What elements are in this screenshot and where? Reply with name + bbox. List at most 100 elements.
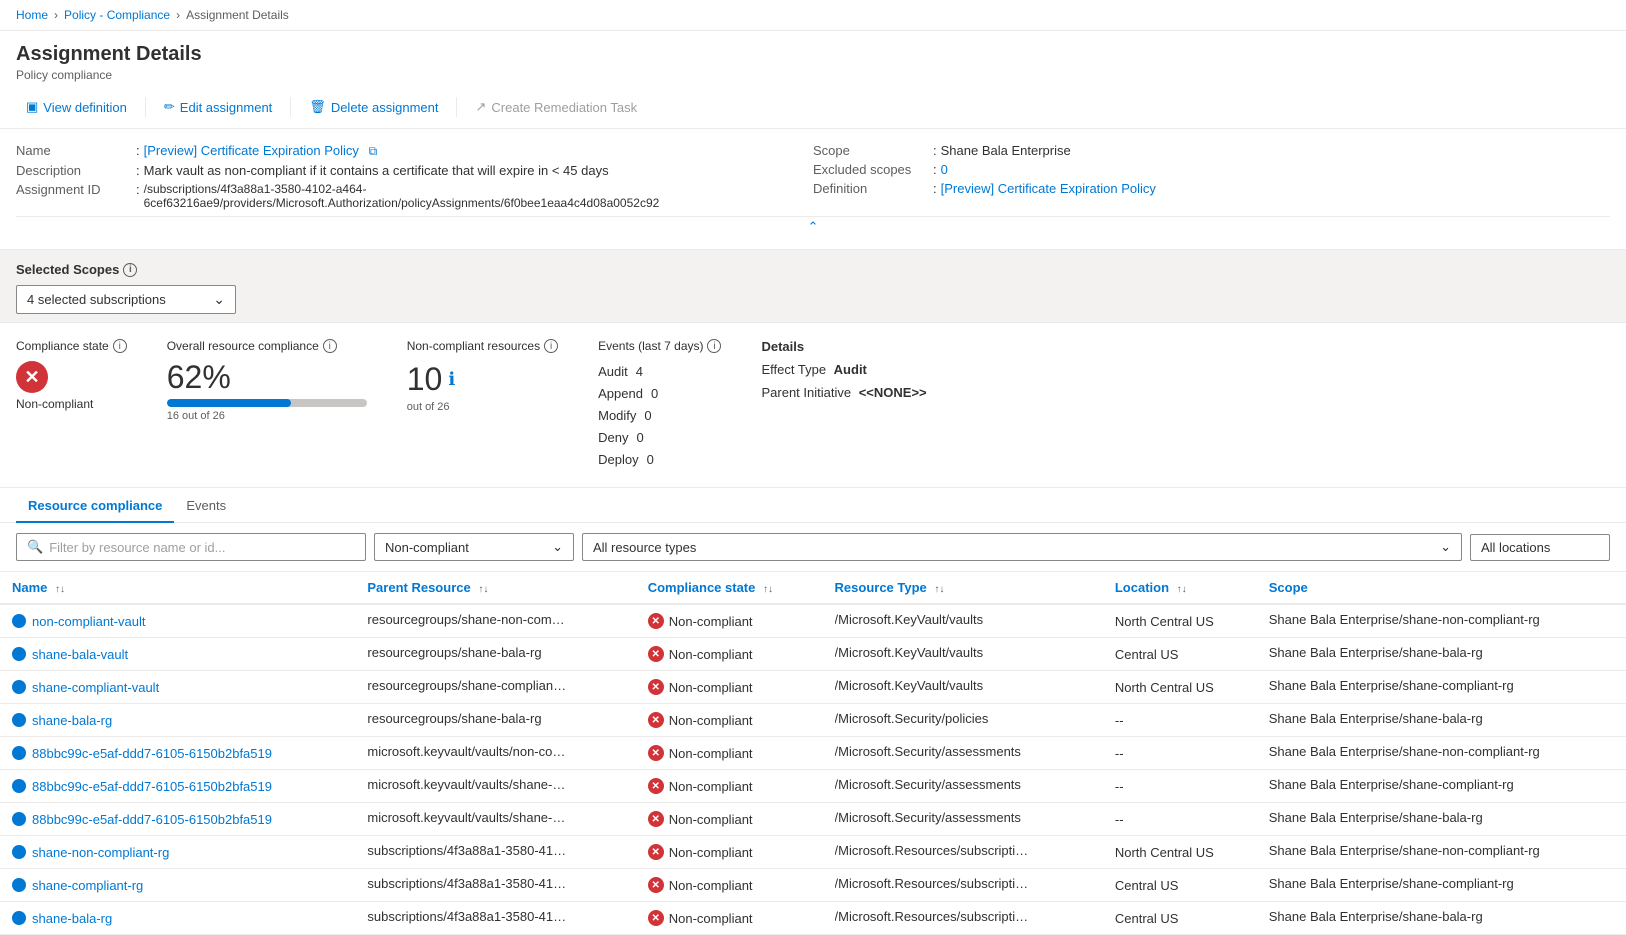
table-row: shane-bala-rg subscriptions/4f3a88a1-358… <box>0 902 1626 935</box>
sort-location-icon <box>1177 584 1187 595</box>
scopes-dropdown[interactable]: 4 selected subscriptions <box>16 285 236 314</box>
events-modify-row: Modify0 <box>598 405 721 427</box>
resource-link-6[interactable]: 88bbc99c-e5af-ddd7-6105-6150b2bfa519 <box>12 812 343 827</box>
location-filter-value: All locations <box>1481 540 1550 555</box>
cell-location-4: -- <box>1103 737 1257 770</box>
tab-events[interactable]: Events <box>174 488 238 523</box>
sort-compliance-state-icon <box>763 584 773 595</box>
detail-description-value: Mark vault as non-compliant if it contai… <box>144 163 609 178</box>
cell-name-8: shane-compliant-rg <box>0 869 355 902</box>
effect-type-label: Effect Type <box>761 362 826 377</box>
overall-compliance-block: Overall resource compliance i 62% 16 out… <box>167 339 367 471</box>
detail-assignment-id-value: /subscriptions/4f3a88a1-3580-4102-a464-6… <box>144 182 813 210</box>
events-audit-row: Audit4 <box>598 361 721 383</box>
cell-scope-7: Shane Bala Enterprise/shane-non-complian… <box>1257 836 1626 869</box>
th-compliance-state[interactable]: Compliance state <box>636 572 823 604</box>
resource-table: Name Parent Resource Compliance state Re… <box>0 572 1626 935</box>
cell-name-2: shane-compliant-vault <box>0 671 355 704</box>
page-subtitle: Policy compliance <box>16 68 1610 82</box>
resource-link-3[interactable]: shane-bala-rg <box>12 713 343 728</box>
view-definition-label: View definition <box>43 100 127 115</box>
cell-scope-2: Shane Bala Enterprise/shane-compliant-rg <box>1257 671 1626 704</box>
search-icon: 🔍 <box>27 539 43 555</box>
non-compliant-count-value: 10 <box>407 361 443 398</box>
detail-definition-value[interactable]: [Preview] Certificate Expiration Policy <box>941 181 1156 196</box>
resource-link-9[interactable]: shane-bala-rg <box>12 911 343 926</box>
effect-type-value: Audit <box>834 362 867 377</box>
tab-resource-compliance[interactable]: Resource compliance <box>16 488 174 523</box>
resource-link-8[interactable]: shane-compliant-rg <box>12 878 343 893</box>
copy-name-icon[interactable]: ⧉ <box>369 144 378 158</box>
cell-scope-5: Shane Bala Enterprise/shane-compliant-rg <box>1257 770 1626 803</box>
cell-compliance-0: ✕ Non-compliant <box>636 604 823 638</box>
detail-name-row: Name : [Preview] Certificate Expiration … <box>16 141 813 161</box>
overall-compliance-title: Overall resource compliance i <box>167 339 367 353</box>
cell-parent-5: microsoft.keyvault/vaults/shane-complian… <box>355 770 635 803</box>
status-x-icon-5: ✕ <box>648 778 664 794</box>
resource-link-7[interactable]: shane-non-compliant-rg <box>12 845 343 860</box>
delete-assignment-label: Delete assignment <box>331 100 439 115</box>
th-scope[interactable]: Scope <box>1257 572 1626 604</box>
scopes-info-icon[interactable]: i <box>123 263 137 277</box>
th-name[interactable]: Name <box>0 572 355 604</box>
events-info-icon[interactable]: i <box>707 339 721 353</box>
cell-scope-1: Shane Bala Enterprise/shane-bala-rg <box>1257 638 1626 671</box>
resource-link-1[interactable]: shane-bala-vault <box>12 647 343 662</box>
collapse-details-button[interactable]: ⌃ <box>16 216 1610 237</box>
resource-type-filter[interactable]: All resource types ⌄ <box>582 533 1462 561</box>
detail-name-link[interactable]: [Preview] Certificate Expiration Policy <box>144 143 359 158</box>
resource-link-2[interactable]: shane-compliant-vault <box>12 680 343 695</box>
resource-link-5[interactable]: 88bbc99c-e5af-ddd7-6105-6150b2bfa519 <box>12 779 343 794</box>
edit-assignment-button[interactable]: ✏ Edit assignment <box>154 94 282 120</box>
view-definition-button[interactable]: ▣ View definition <box>16 94 137 120</box>
compliance-state-filter[interactable]: Non-compliant ⌄ <box>374 533 574 561</box>
resource-icon-7 <box>12 845 26 859</box>
create-remediation-button[interactable]: ↗ Create Remediation Task <box>465 94 647 120</box>
resource-icon-9 <box>12 911 26 925</box>
resource-icon-8 <box>12 878 26 892</box>
detail-assignment-id-row: Assignment ID : /subscriptions/4f3a88a1-… <box>16 180 813 212</box>
breadcrumb-home[interactable]: Home <box>16 8 48 22</box>
th-parent-resource[interactable]: Parent Resource <box>355 572 635 604</box>
events-deny-row: Deny0 <box>598 427 721 449</box>
breadcrumb-sep-2: › <box>176 8 180 22</box>
location-filter[interactable]: All locations <box>1470 534 1610 561</box>
overall-compliance-info-icon[interactable]: i <box>323 339 337 353</box>
cell-resource-type-5: /Microsoft.Security/assessments <box>823 770 1103 803</box>
compliance-state-info-icon[interactable]: i <box>113 339 127 353</box>
breadcrumb-policy-compliance[interactable]: Policy - Compliance <box>64 8 170 22</box>
non-compliant-resources-title: Non-compliant resources i <box>407 339 558 353</box>
non-compliant-resources-info-icon[interactable]: i <box>544 339 558 353</box>
delete-assignment-button[interactable]: 🗑 Delete assignment <box>299 94 448 120</box>
breadcrumb-sep-1: › <box>54 8 58 22</box>
status-x-icon-3: ✕ <box>648 712 664 728</box>
cell-scope-9: Shane Bala Enterprise/shane-bala-rg <box>1257 902 1626 935</box>
detail-excluded-scopes-row: Excluded scopes : 0 <box>813 160 1610 179</box>
cell-location-7: North Central US <box>1103 836 1257 869</box>
cell-parent-9: subscriptions/4f3a88a1-3580-4102-a464-6c… <box>355 902 635 935</box>
resource-name-filter-input[interactable]: 🔍 Filter by resource name or id... <box>16 533 366 561</box>
cell-resource-type-4: /Microsoft.Security/assessments <box>823 737 1103 770</box>
cell-compliance-9: ✕ Non-compliant <box>636 902 823 935</box>
status-x-icon-2: ✕ <box>648 679 664 695</box>
detail-name-label: Name <box>16 143 136 158</box>
status-x-icon-9: ✕ <box>648 910 664 926</box>
cell-parent-7: subscriptions/4f3a88a1-3580-4102-a464-6c… <box>355 836 635 869</box>
compliance-badge-5: ✕ Non-compliant <box>648 778 811 794</box>
resource-icon-2 <box>12 680 26 694</box>
resource-link-4[interactable]: 88bbc99c-e5af-ddd7-6105-6150b2bfa519 <box>12 746 343 761</box>
cell-resource-type-0: /Microsoft.KeyVault/vaults <box>823 604 1103 638</box>
compliance-badge-8: ✕ Non-compliant <box>648 877 811 893</box>
detail-excluded-scopes-value[interactable]: 0 <box>941 162 948 177</box>
detail-definition-row: Definition : [Preview] Certificate Expir… <box>813 179 1610 198</box>
cell-scope-4: Shane Bala Enterprise/shane-non-complian… <box>1257 737 1626 770</box>
th-resource-type[interactable]: Resource Type <box>823 572 1103 604</box>
cell-resource-type-1: /Microsoft.KeyVault/vaults <box>823 638 1103 671</box>
detail-excluded-scopes-label: Excluded scopes <box>813 162 933 177</box>
events-deploy-row: Deploy0 <box>598 449 721 471</box>
cell-parent-0: resourcegroups/shane-non-compliant-rg <box>355 604 635 638</box>
th-location[interactable]: Location <box>1103 572 1257 604</box>
resource-icon-3 <box>12 713 26 727</box>
parent-initiative-value: <<NONE>> <box>859 385 927 400</box>
resource-link-0[interactable]: non-compliant-vault <box>12 614 343 629</box>
